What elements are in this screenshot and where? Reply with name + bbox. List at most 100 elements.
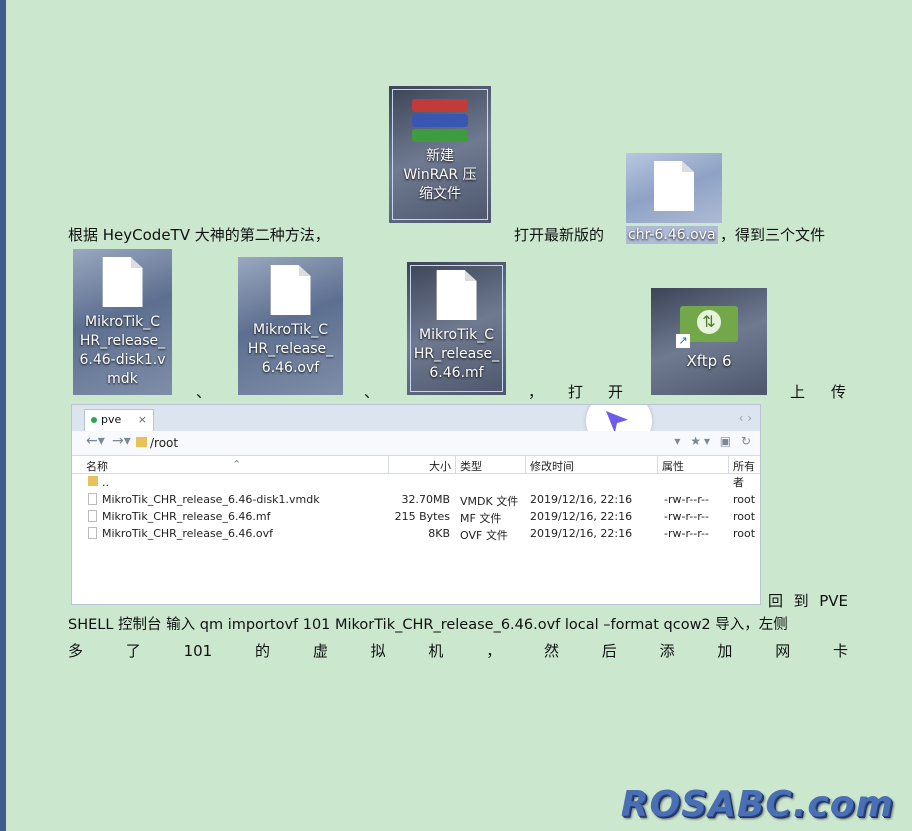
parent-dir-row[interactable]: .. [72, 474, 760, 491]
forward-arrow-icon[interactable]: →▾ [112, 433, 131, 449]
column-modified[interactable]: 修改时间 [530, 458, 574, 474]
paragraph-open-latest: 打开最新版的 [514, 226, 605, 244]
xftp-label: Xftp 6 [686, 352, 732, 370]
separator-comma-3: ， [528, 383, 544, 401]
word: 101 [183, 642, 213, 660]
xftp-file-manager: pve × ‹ › ←▾ →▾ /root ▾ ★▾ ▣ ↻ 名称 ⌃ 大小 类… [71, 404, 761, 605]
file-modified: 2019/12/16, 22:16 [530, 493, 633, 506]
address-bar: ←▾ →▾ /root ▾ ★▾ ▣ ↻ [72, 431, 760, 456]
file-owner: root [733, 510, 756, 523]
document-icon [654, 161, 694, 211]
mf-label-line3: 6.46.mf [429, 365, 484, 381]
word: 添 [659, 642, 675, 660]
column-type[interactable]: 类型 [460, 458, 482, 474]
text-upload-2: 传 [831, 383, 847, 401]
table-row[interactable]: MikroTik_CHR_release_6.46.mf 215 Bytes M… [72, 508, 760, 525]
address-path[interactable]: /root [150, 436, 178, 450]
document-icon [270, 265, 311, 315]
tab-pve[interactable]: pve × [84, 409, 154, 431]
file-icon [88, 510, 97, 522]
word: 虚 [312, 642, 328, 660]
ova-file-tile[interactable] [626, 153, 722, 223]
mf-label-line2: HR_release_ [413, 346, 500, 362]
column-header: 名称 ⌃ 大小 类型 修改时间 属性 所有者 [72, 456, 760, 489]
winrar-label-line1: 新建 [426, 148, 454, 164]
column-size[interactable]: 大小 [429, 458, 451, 474]
file-size: 32.70MB [401, 493, 450, 506]
vmdk-file-tile[interactable]: MikroTik_C HR_release_ 6.46-disk1.v mdk [73, 249, 172, 395]
file-name: MikroTik_CHR_release_6.46.ovf [102, 527, 274, 540]
file-name: MikroTik_CHR_release_6.46.mf [102, 510, 271, 523]
column-attrs[interactable]: 属性 [662, 458, 684, 474]
vmdk-label-line3: 6.46-disk1.v [79, 352, 166, 368]
word: 回 [768, 592, 784, 610]
word: 了 [125, 642, 141, 660]
paragraph-new-vm: 多 了 101 的 虚 拟 机 ， 然 后 添 加 网 卡 [68, 642, 848, 660]
xftp-shortcut-tile[interactable]: ⇅ ↗ Xftp 6 [651, 288, 767, 395]
shortcut-arrow-icon: ↗ [676, 334, 690, 348]
tab-scroll-arrows[interactable]: ‹ › [739, 411, 752, 425]
separator-comma-2: 、 [364, 383, 380, 401]
winrar-label-line3: 缩文件 [419, 186, 461, 202]
file-modified: 2019/12/16, 22:16 [530, 510, 633, 523]
paragraph-three-files: ，得到三个文件 [720, 226, 826, 244]
ovf-label-line2: HR_release_ [247, 341, 334, 357]
winrar-label-line2: WinRAR 压 [403, 167, 477, 183]
ovf-label-line3: 6.46.ovf [261, 360, 320, 376]
text-open-1: 打 [568, 383, 584, 401]
sort-indicator-icon: ⌃ [232, 458, 242, 471]
file-icon [88, 527, 97, 539]
connected-status-icon [91, 417, 97, 423]
file-owner: root [733, 527, 756, 540]
rosabc-watermark-logo: ROSABC.com [620, 784, 894, 825]
document-icon [102, 257, 143, 307]
file-icon [88, 493, 97, 505]
back-arrow-icon[interactable]: ←▾ [86, 433, 105, 449]
word: PVE [819, 592, 848, 610]
ovf-label-line1: MikroTik_C [253, 322, 328, 338]
winrar-icon [412, 98, 468, 143]
ova-file-name: chr-6.46.ova [626, 225, 718, 244]
file-name: MikroTik_CHR_release_6.46-disk1.vmdk [102, 493, 320, 506]
window-left-border [0, 0, 6, 831]
file-size: 8KB [428, 527, 450, 540]
mf-file-tile[interactable]: MikroTik_C HR_release_ 6.46.mf [407, 262, 506, 395]
text-open-2: 开 [608, 383, 624, 401]
address-tools[interactable]: ▾ ★▾ ▣ ↻ [674, 434, 754, 448]
winrar-archive-tile[interactable]: 新建 WinRAR 压 缩文件 [389, 86, 491, 223]
word: 多 [68, 642, 84, 660]
paragraph-intro: 根据 HeyCodeTV 大神的第二种方法， [68, 226, 330, 244]
table-row[interactable]: MikroTik_CHR_release_6.46.ovf 8KB OVF 文件… [72, 525, 760, 542]
tab-label: pve [101, 413, 122, 426]
parent-dir-label: .. [102, 476, 109, 489]
word: 的 [255, 642, 271, 660]
ovf-file-tile[interactable]: MikroTik_C HR_release_ 6.46.ovf [238, 257, 343, 395]
folder-up-icon [88, 476, 98, 486]
word: 网 [775, 642, 791, 660]
word: 卡 [832, 642, 848, 660]
word: 机 [428, 642, 444, 660]
document-icon [436, 270, 477, 320]
file-type: VMDK 文件 [460, 495, 519, 508]
word: 加 [717, 642, 733, 660]
word: 后 [601, 642, 617, 660]
file-modified: 2019/12/16, 22:16 [530, 527, 633, 540]
file-attrs: -rw-r--r-- [664, 527, 709, 540]
text-upload-1: 上 [790, 383, 806, 401]
vmdk-label-line4: mdk [107, 371, 138, 387]
word: 拟 [370, 642, 386, 660]
mf-label-line1: MikroTik_C [419, 327, 494, 343]
table-row[interactable]: MikroTik_CHR_release_6.46-disk1.vmdk 32.… [72, 491, 760, 508]
paragraph-shell-command: SHELL 控制台 输入 qm importovf 101 MikorTik_C… [68, 617, 788, 633]
file-owner: root [733, 493, 756, 506]
close-icon[interactable]: × [138, 410, 147, 430]
xftp-folder-icon: ⇅ ↗ [676, 300, 738, 348]
folder-icon [136, 437, 147, 447]
file-type: MF 文件 [460, 512, 502, 525]
file-type: OVF 文件 [460, 529, 508, 542]
column-name[interactable]: 名称 [86, 458, 108, 474]
paragraph-back-to-pve: 回 到 PVE [768, 592, 848, 610]
vmdk-label-line1: MikroTik_C [85, 314, 160, 330]
file-attrs: -rw-r--r-- [664, 493, 709, 506]
vmdk-label-line2: HR_release_ [79, 333, 166, 349]
